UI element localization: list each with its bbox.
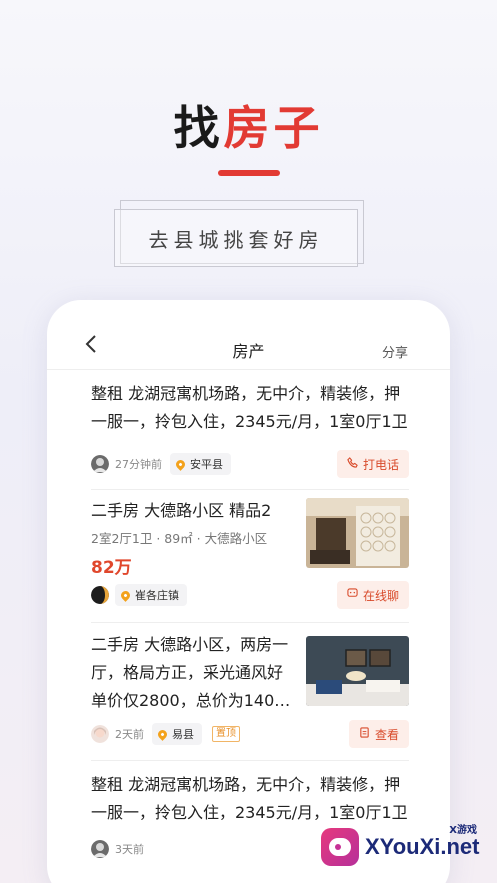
location-pin-icon: [119, 588, 132, 602]
gamepad-logo-icon: [321, 828, 359, 866]
document-icon: [359, 727, 370, 741]
location-label: 崔各庄镇: [135, 589, 179, 602]
promo-divider: [218, 170, 280, 176]
listing-photo: [306, 498, 409, 568]
call-button[interactable]: 打电话: [336, 450, 409, 478]
location-label: 安平县: [190, 458, 223, 471]
avatar: [91, 840, 109, 858]
promo-title-part2: 房子: [223, 101, 324, 155]
promo-subtitle: 去县城挑套好房: [114, 209, 358, 267]
listing-item[interactable]: 整租 龙湖冠寓机场路，无中介，精装修，押一服一，拎包入住，2345元/月，1室0…: [91, 380, 409, 490]
phone-screen: 房产 分享 整租 龙湖冠寓机场路，无中介，精装修，押一服一，拎包入住，2345元…: [47, 300, 450, 883]
listing-meta: 27分钟前 安平县: [91, 451, 231, 477]
listing-title: 整租 龙湖冠寓机场路，无中介，精装修，押一服一，拎包入住，2345元/月，1室0…: [91, 384, 408, 431]
location-pin-icon: [156, 727, 169, 741]
listing-time: 3天前: [115, 843, 144, 856]
location-pin-icon: [174, 457, 187, 471]
navbar: 房产 分享: [47, 300, 450, 370]
listing-item[interactable]: 二手房 大德路小区，两房一厅，格局方正，采光通风好单价仅2800，总价为140……: [91, 625, 409, 761]
promo-title-part1: 找: [173, 101, 224, 155]
watermark-text: XYouXi.net: [365, 834, 480, 859]
chat-button[interactable]: 在线聊: [336, 581, 409, 609]
view-button-label: 查看: [374, 727, 399, 742]
listing-item[interactable]: 二手房 大德路小区 精品2 2室2厅1卫 · 89㎡ · 大德路小区 82万 崔…: [91, 493, 409, 623]
pinned-badge: 置顶: [212, 726, 240, 742]
watermark: XYouXi.net X游戏: [321, 819, 491, 875]
listing-time: 2天前: [115, 728, 144, 741]
location-label: 易县: [172, 728, 194, 741]
avatar: [91, 455, 109, 473]
call-button-label: 打电话: [362, 457, 399, 472]
avatar: [91, 586, 109, 604]
location-tag[interactable]: 安平县: [170, 453, 231, 475]
chat-icon: [347, 588, 358, 602]
phone-icon: [347, 457, 358, 471]
promo-title: 找房子: [0, 92, 497, 158]
view-button[interactable]: 查看: [348, 720, 409, 748]
chat-button-label: 在线聊: [362, 588, 399, 603]
watermark-small-text: X游戏: [449, 825, 477, 836]
listing-meta: 2天前 易县 置顶: [91, 721, 240, 747]
listing-title: 二手房 大德路小区，两房一厅，格局方正，采光通风好单价仅2800，总价为140…: [91, 635, 291, 710]
avatar: [91, 725, 109, 743]
share-button[interactable]: 分享: [382, 342, 408, 361]
listing-time: 27分钟前: [115, 458, 162, 471]
listing-photo: [306, 636, 409, 706]
listing-meta: 3天前: [91, 836, 152, 862]
location-tag[interactable]: 崔各庄镇: [115, 584, 187, 606]
listing-meta: 崔各庄镇: [91, 582, 187, 608]
location-tag[interactable]: 易县: [152, 723, 202, 745]
